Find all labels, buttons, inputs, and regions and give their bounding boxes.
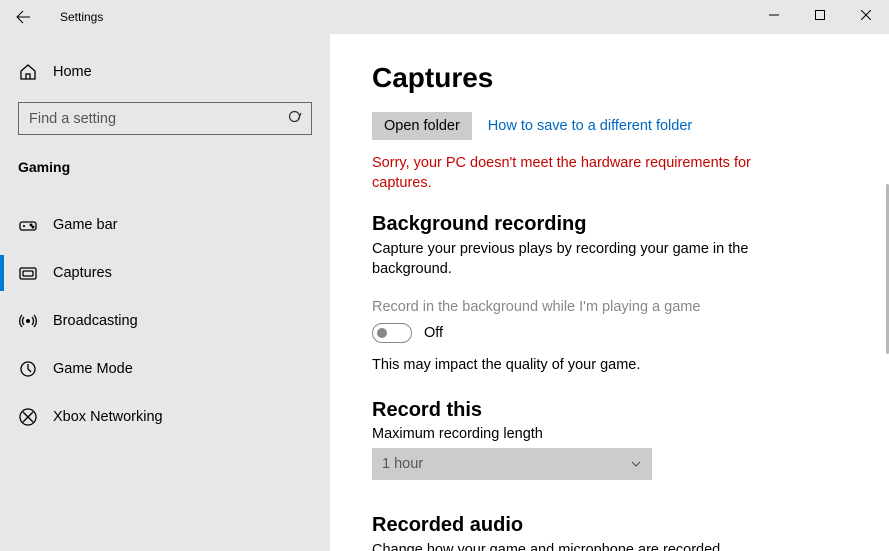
minimize-icon <box>769 10 779 20</box>
broadcasting-icon <box>18 311 38 331</box>
xbox-icon <box>18 407 38 427</box>
background-record-setting-label: Record in the background while I'm playi… <box>372 299 847 315</box>
dropdown-value: 1 hour <box>382 456 423 472</box>
recorded-audio-desc: Change how your game and microphone are … <box>372 541 792 551</box>
open-folder-button[interactable]: Open folder <box>372 112 472 140</box>
titlebar: Settings <box>0 0 889 34</box>
maximize-button[interactable] <box>797 0 843 30</box>
hardware-error-text: Sorry, your PC doesn't meet the hardware… <box>372 154 802 193</box>
sidebar-item-label: Xbox Networking <box>53 409 163 425</box>
section-title-recorded-audio: Recorded audio <box>372 514 847 537</box>
caption-buttons <box>751 0 889 30</box>
record-length-dropdown[interactable]: 1 hour <box>372 448 652 480</box>
toggle-state-label: Off <box>424 325 443 341</box>
window-title: Settings <box>60 10 103 24</box>
back-button[interactable] <box>0 0 46 34</box>
impact-note: This may impact the quality of your game… <box>372 357 847 373</box>
search-input[interactable] <box>18 102 312 135</box>
sidebar-item-game-mode[interactable]: Game Mode <box>0 345 330 393</box>
back-arrow-icon <box>15 9 31 25</box>
background-recording-desc: Capture your previous plays by recording… <box>372 240 792 279</box>
sidebar: Home Gaming Game bar Captures <box>0 34 330 551</box>
sidebar-item-captures[interactable]: Captures <box>0 249 330 297</box>
sidebar-item-label: Captures <box>53 265 112 281</box>
game-mode-icon <box>18 359 38 379</box>
sidebar-nav-list: Game bar Captures Broadcasting Game Mode <box>0 201 330 441</box>
section-title-record-this: Record this <box>372 399 847 422</box>
game-bar-icon <box>18 215 38 235</box>
chevron-down-icon <box>630 458 642 470</box>
close-button[interactable] <box>843 0 889 30</box>
sidebar-item-label: Game Mode <box>53 361 133 377</box>
sidebar-item-game-bar[interactable]: Game bar <box>0 201 330 249</box>
sidebar-item-xbox-networking[interactable]: Xbox Networking <box>0 393 330 441</box>
sidebar-item-broadcasting[interactable]: Broadcasting <box>0 297 330 345</box>
home-icon <box>18 62 38 82</box>
sidebar-item-label: Game bar <box>53 217 117 233</box>
search-container <box>18 102 312 135</box>
sidebar-section-header: Gaming <box>0 149 330 183</box>
minimize-button[interactable] <box>751 0 797 30</box>
page-title: Captures <box>372 62 847 94</box>
main-pane: Captures Open folder How to save to a di… <box>330 34 889 551</box>
record-length-label: Maximum recording length <box>372 426 847 442</box>
sidebar-item-label: Broadcasting <box>53 313 138 329</box>
background-record-toggle[interactable] <box>372 323 412 343</box>
captures-icon <box>18 263 38 283</box>
sidebar-item-home[interactable]: Home <box>0 52 330 92</box>
help-link[interactable]: How to save to a different folder <box>488 118 692 134</box>
sidebar-item-label: Home <box>53 64 92 80</box>
maximize-icon <box>815 10 825 20</box>
close-icon <box>861 10 871 20</box>
section-title-background-recording: Background recording <box>372 213 847 236</box>
search-icon <box>288 110 304 126</box>
